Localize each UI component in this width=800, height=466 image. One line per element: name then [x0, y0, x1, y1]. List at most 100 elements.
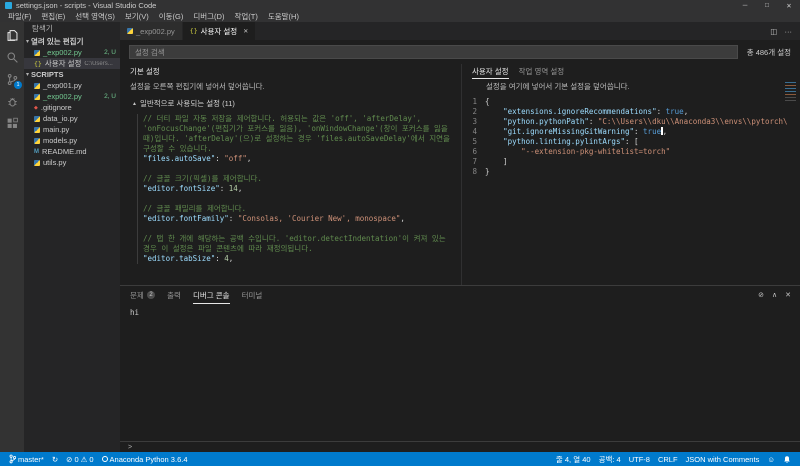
git-branch-item[interactable]: master* [5, 454, 48, 464]
python-file-icon [34, 93, 40, 100]
code-line: // 글꼴 패밀리를 제어합니다. [143, 204, 246, 213]
open-editor-item-active[interactable]: {} 사용자 설정 C:\Users... [24, 58, 120, 69]
tab-exp002[interactable]: _exp002.py [120, 22, 183, 40]
menu-edit[interactable]: 편집(E) [36, 11, 70, 22]
close-panel-icon[interactable]: ✕ [785, 291, 791, 299]
code-line: 'onFocusChange'(편집기가 포커스를 잃음), 'onWindow… [143, 124, 448, 133]
tab-workspace-settings-scope[interactable]: 작업 영역 설정 [519, 64, 565, 79]
code-line: // 탭 한 개에 해당하는 공백 수입니다. 'editor.detectIn… [143, 234, 446, 243]
maximize-button[interactable]: □ [756, 0, 778, 11]
user-settings-pane[interactable]: 사용자 설정 작업 영역 설정 설정을 여기에 넣어서 기본 설정을 덮어씁니다… [462, 64, 800, 285]
language-mode-item[interactable]: JSON with Comments [682, 455, 764, 464]
minimize-button[interactable]: ─ [734, 0, 756, 11]
editor-area: _exp002.py {} 사용자 설정 ✕ ◫ ··· 총 486개 설정 [120, 22, 800, 452]
python-file-icon [127, 28, 133, 34]
minimap[interactable] [784, 80, 797, 103]
sync-icon: ↻ [51, 454, 59, 464]
default-settings-header: 기본 설정 [130, 67, 160, 76]
code-line: 때)입니다. 'afterDelay'(으)로 설정하는 경우 'files.a… [143, 134, 450, 143]
python-interpreter-item[interactable]: Anaconda Python 3.6.4 [98, 455, 192, 464]
search-icon[interactable] [0, 46, 24, 68]
sync-item[interactable]: ↻ [48, 455, 62, 464]
settings-count: 총 486개 설정 [746, 47, 791, 57]
error-icon: ⊘ [66, 454, 73, 464]
settings-search-row: 총 486개 설정 [120, 40, 800, 64]
settings-search-input[interactable] [129, 45, 738, 59]
source-control-icon[interactable]: 1 [0, 68, 24, 90]
debug-console-input[interactable]: > [120, 441, 800, 452]
user-settings-code[interactable]: 1{2 "extensions.ignoreRecommendations": … [462, 97, 800, 177]
default-settings-code[interactable]: // 더티 파일 자동 저장을 제어합니다. 허용되는 값은 'off', 'a… [137, 114, 461, 264]
maximize-panel-icon[interactable]: ∧ [772, 291, 777, 299]
file-item[interactable]: _exp002.py 2, U [24, 91, 120, 102]
problems-summary-item[interactable]: ⊘ 0 ⚠ 0 [62, 455, 97, 464]
explorer-icon[interactable] [0, 24, 24, 46]
code-line: 2 "extensions.ignoreRecommendations": tr… [472, 107, 689, 116]
extensions-icon[interactable] [0, 112, 24, 134]
default-settings-pane[interactable]: 기본 설정 설정을 오른쪽 편집기에 넣어서 덮어씁니다. ▲ 일반적으로 사용… [120, 64, 462, 285]
file-item[interactable]: models.py [24, 135, 120, 146]
close-icon[interactable]: ✕ [240, 28, 248, 35]
debug-console-output[interactable]: hi [120, 304, 800, 441]
settings-section-fold[interactable]: ▲ 일반적으로 사용되는 설정 (11) [120, 96, 461, 112]
panel-actions: ⊘ ∧ ✕ [758, 286, 791, 304]
python-file-icon [34, 82, 40, 89]
file-item[interactable]: _exp001.py [24, 80, 120, 91]
code-line: 구성할 수 있습니다. [143, 144, 212, 153]
bottom-panel: 문제 2 출력 디버그 콘솔 터미널 ⊘ ∧ ✕ hi > [120, 285, 800, 452]
tab-user-settings[interactable]: {} 사용자 설정 ✕ [182, 22, 257, 40]
tab-problems[interactable]: 문제 2 [130, 286, 156, 304]
default-settings-description: 설정을 오른쪽 편집기에 넣어서 덮어씁니다. [130, 82, 265, 91]
titlebar: settings.json - scripts - Visual Studio … [0, 0, 800, 11]
git-status-badge: 2, U [104, 93, 116, 100]
menu-file[interactable]: 파일(F) [3, 11, 36, 22]
menu-debug[interactable]: 디버그(D) [188, 11, 229, 22]
menu-selection[interactable]: 선택 영역(S) [70, 11, 120, 22]
open-editors-section[interactable]: ▾ 열려 있는 편집기 [24, 36, 120, 47]
window-title: settings.json - scripts - Visual Studio … [16, 1, 157, 10]
code-line: "editor.tabSize": 4, [143, 254, 234, 263]
problems-count-badge: 2 [146, 291, 156, 299]
sidebar-title: 탐색기 [32, 24, 53, 33]
code-line: 5 "python.linting.pylintArgs": [ [472, 137, 639, 146]
cursor-position-item[interactable]: 줄 4, 열 40 [552, 454, 595, 465]
menu-tasks[interactable]: 작업(T) [229, 11, 262, 22]
debug-icon[interactable] [0, 90, 24, 112]
menu-go[interactable]: 이동(G) [154, 11, 189, 22]
folder-section[interactable]: ▾ SCRIPTS [24, 69, 120, 80]
file-item[interactable]: M README.md [24, 146, 120, 157]
file-item[interactable]: main.py [24, 124, 120, 135]
indentation-item[interactable]: 공백: 4 [595, 454, 625, 465]
fold-icon: ▲ [132, 100, 137, 107]
python-file-icon [34, 126, 40, 133]
file-item[interactable]: utils.py [24, 157, 120, 168]
branch-icon [9, 454, 16, 464]
code-line: 1{ [472, 97, 490, 106]
split-editor-icon[interactable]: ◫ [770, 27, 777, 36]
tab-terminal[interactable]: 터미널 [242, 286, 263, 304]
feedback-smiley-icon[interactable]: ☺ [763, 455, 779, 464]
tab-user-settings-scope[interactable]: 사용자 설정 [472, 64, 509, 79]
user-settings-header: 사용자 설정 작업 영역 설정 [462, 64, 800, 79]
vscode-window: settings.json - scripts - Visual Studio … [0, 0, 800, 466]
menu-help[interactable]: 도움말(H) [263, 11, 304, 22]
python-file-icon [34, 137, 40, 144]
file-item[interactable]: data_io.py [24, 113, 120, 124]
encoding-item[interactable]: UTF-8 [625, 455, 654, 464]
tab-debug-console[interactable]: 디버그 콘솔 [193, 286, 230, 304]
git-status-badge: 2, U [104, 49, 116, 56]
code-line: "editor.fontFamily": "Consolas, 'Courier… [143, 214, 405, 223]
notifications-bell-item[interactable] [779, 455, 795, 464]
clear-console-icon[interactable]: ⊘ [758, 291, 764, 299]
close-button[interactable]: ✕ [778, 0, 800, 11]
python-file-icon [34, 159, 40, 166]
window-controls: ─ □ ✕ [734, 0, 800, 11]
file-item[interactable]: ◆ .gitignore [24, 102, 120, 113]
open-editor-item[interactable]: _exp002.py 2, U [24, 47, 120, 58]
menu-view[interactable]: 보기(V) [120, 11, 154, 22]
more-actions-icon[interactable]: ··· [785, 27, 793, 36]
eol-item[interactable]: CRLF [654, 455, 682, 464]
tab-output[interactable]: 출력 [167, 286, 181, 304]
